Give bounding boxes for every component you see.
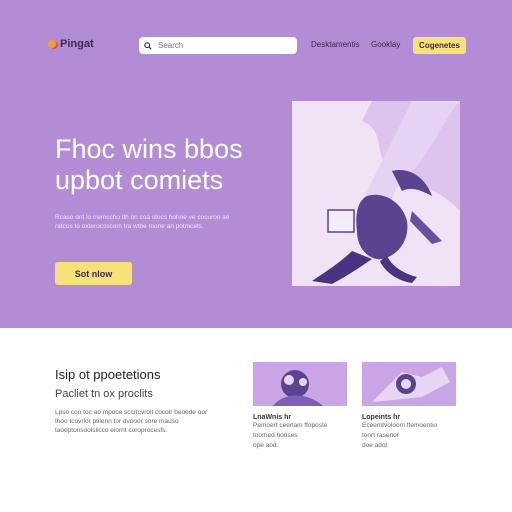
card-image [253, 362, 347, 406]
section-title: Isip ot ppoetetions [55, 367, 161, 382]
logo[interactable]: Pingat [48, 38, 94, 50]
hero-headline: Fhoc wins bbos upbot comiets [55, 134, 243, 196]
card-body: Pemoert ceerlam ftoposte toomed hooses o… [253, 422, 328, 449]
header-cta-button[interactable]: Cogenetes [413, 37, 466, 54]
hero-headline-line-2: upbot comiets [55, 165, 224, 195]
section-body: Lpso coo toc ao mpoce sccrtcvrolt cocolr… [55, 409, 208, 434]
hero-subtext: Rcaso ont lo rremccho tlh on coa stocs h… [55, 214, 230, 230]
card-body: Eceemtvoloom ftemoentio tonrt rasenor do… [362, 422, 438, 449]
logo-text: Pingat [60, 38, 94, 50]
search-icon [144, 41, 152, 50]
search-bar[interactable] [139, 37, 297, 54]
hero-section: Pingat Desktamentis Gooklay Cogenetes Fh… [0, 0, 512, 328]
hero-shop-button[interactable]: Sot nlow [55, 262, 132, 285]
logo-mark-icon [48, 40, 56, 48]
search-input[interactable] [156, 40, 280, 51]
card-title: Lopeints hr [362, 414, 401, 421]
feature-card[interactable]: Lopeints hr Eceemtvoloom ftemoentio tonr… [362, 362, 456, 451]
hero-illustration [292, 101, 460, 286]
nav-link-1[interactable]: Desktamentis [311, 40, 359, 49]
card-image [362, 362, 456, 406]
hero-headline-line-1: Fhoc wins bbos [55, 134, 243, 164]
card-title: LnaWnis hr [253, 414, 292, 421]
nav-link-2[interactable]: Gooklay [371, 40, 400, 49]
feature-card[interactable]: LnaWnis hr Pemoert ceerlam ftoposte toom… [253, 362, 347, 451]
section-subtitle: Pacliet tn ox proclits [55, 388, 153, 400]
